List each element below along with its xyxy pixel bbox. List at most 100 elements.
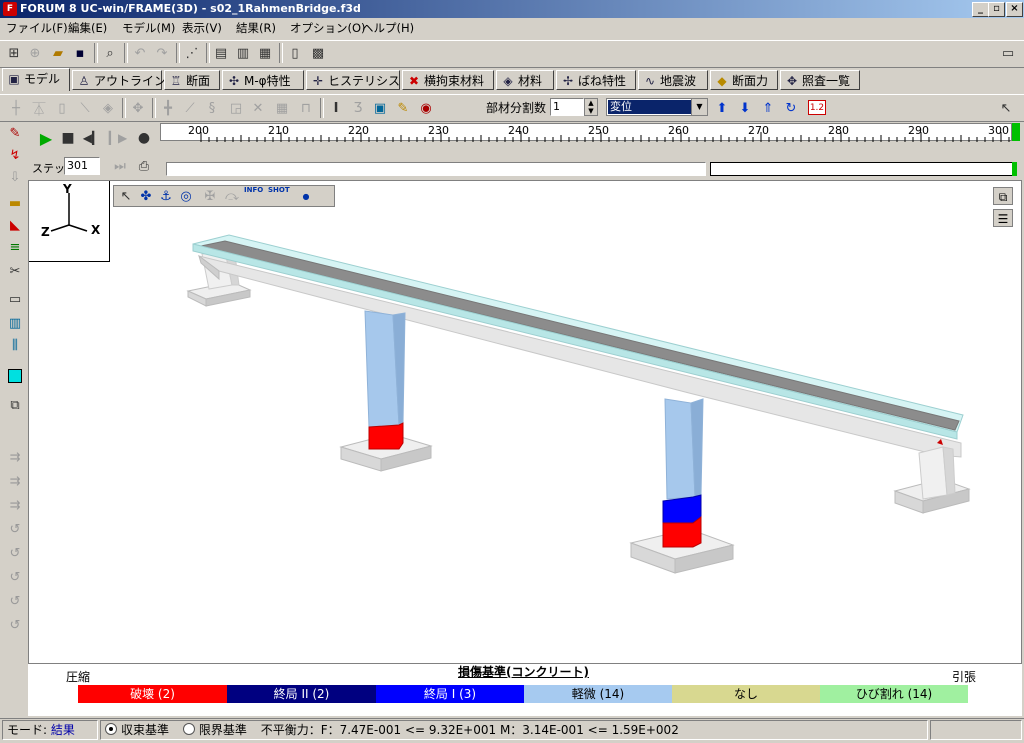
info-node-icon[interactable]: ✎	[393, 98, 413, 118]
tools-icon[interactable]: ✂	[5, 262, 25, 282]
label-icon[interactable]: Ʒ	[348, 98, 368, 118]
monitor-icon[interactable]: ▭	[5, 290, 25, 310]
bar-chart-icon[interactable]: ▥	[5, 314, 25, 334]
scale-badge[interactable]: 1.2	[808, 100, 826, 115]
result-type-select[interactable]: 変位 ▼	[606, 98, 708, 116]
node-move-icon[interactable]: ✥	[128, 98, 148, 118]
convergence-radio[interactable]: 収束基準	[105, 723, 169, 737]
tab-section[interactable]: ♖ 断面	[164, 70, 220, 90]
join-icon[interactable]: §	[202, 98, 222, 118]
forum8-app-icon[interactable]: F	[3, 2, 17, 16]
split-member-icon[interactable]: ⟋	[180, 98, 200, 118]
bar-chart2-icon[interactable]: ⫼	[5, 336, 25, 356]
close-button[interactable]: ×	[1006, 2, 1023, 17]
chevron-down-icon: ▼	[691, 99, 707, 115]
export-icon[interactable]: ▩	[308, 43, 328, 63]
3d-viewport[interactable]: Y Z X ↖ ✤ ⚓ ◎ ✠ ⤼ INFO SHOT ● ⧉ ☰	[28, 180, 1022, 664]
skip-end-icon[interactable]: ⏭	[110, 156, 130, 176]
tab-hysteresis[interactable]: ✛ ヒステリシス	[306, 70, 400, 90]
record-icon[interactable]: ●	[134, 128, 154, 148]
menu-file[interactable]: ファイル(F)	[6, 20, 68, 36]
report-export-icon[interactable]: ▦	[255, 43, 275, 63]
rotate-icon-5[interactable]: ↺	[5, 616, 25, 636]
picture-icon[interactable]: ▣	[370, 98, 390, 118]
menu-help[interactable]: ヘルプ(H)	[362, 20, 414, 36]
stop-icon[interactable]: ■	[58, 128, 78, 148]
render-icon[interactable]: ◉	[416, 98, 436, 118]
step-icon-3[interactable]: ⇉	[5, 496, 25, 516]
tab-outline[interactable]: ♙ アウトライン	[72, 70, 166, 90]
node-add-icon[interactable]: ┼	[6, 98, 26, 118]
rotate-icon-4[interactable]: ↺	[5, 592, 25, 612]
prev-result-icon[interactable]: ⬆	[712, 98, 732, 118]
tab-m-phi[interactable]: ✣ M-φ特性	[222, 70, 304, 90]
graph-icon[interactable]: ◣	[5, 216, 25, 236]
step-forward-icon[interactable]: ▎▶	[108, 128, 128, 148]
division-spinner[interactable]: ▲ ▼	[584, 98, 598, 116]
rotate-icon-1[interactable]: ↺	[5, 520, 25, 540]
step-input[interactable]: 301	[64, 157, 100, 175]
rotate-result-icon[interactable]: ↻	[781, 98, 801, 118]
tab-check-list[interactable]: ✥ 照査一覧	[780, 70, 860, 90]
step-icon-2[interactable]: ⇉	[5, 472, 25, 492]
ruler-end-marker	[1012, 123, 1020, 141]
tab-seismic-wave[interactable]: ∿ 地震波	[638, 70, 708, 90]
grid-icon[interactable]: ▦	[272, 98, 292, 118]
divide-icon[interactable]: ╋	[158, 98, 178, 118]
report-settings-icon[interactable]: ▥	[233, 43, 253, 63]
open-folder-icon[interactable]: ▰	[48, 43, 68, 63]
support-icon[interactable]: ⏄	[29, 98, 49, 118]
menu-options[interactable]: オプション(O)	[290, 20, 366, 36]
undo-icon[interactable]: ↶	[130, 43, 150, 63]
division-input[interactable]: 1	[550, 98, 584, 116]
status-extra-panel	[930, 720, 1022, 740]
rotate-icon-2[interactable]: ↺	[5, 544, 25, 564]
report-icon[interactable]: ▤	[211, 43, 231, 63]
print-preview-icon[interactable]: ⌕	[100, 43, 120, 63]
tab-section-force[interactable]: ◆ 断面力	[710, 70, 778, 90]
wizard-icon[interactable]: ⊕	[25, 43, 45, 63]
arrow-down-icon[interactable]: ⇩	[5, 168, 25, 188]
cursor-select-icon[interactable]: ↖	[996, 98, 1016, 118]
member-edit-icon[interactable]: ◈	[98, 98, 118, 118]
minimize-button[interactable]: _	[972, 2, 989, 17]
ruler-icon[interactable]: ▬	[5, 194, 25, 214]
camera-icon[interactable]: ⎙	[134, 156, 154, 176]
delete-icon[interactable]: ✕	[248, 98, 268, 118]
next-result-icon[interactable]: ⬇	[735, 98, 755, 118]
member-icon[interactable]: ⟍	[75, 98, 95, 118]
maximize-button[interactable]: ▫	[988, 2, 1005, 17]
play-icon[interactable]: ▶	[36, 128, 56, 148]
new-model-icon[interactable]: ⊞	[4, 43, 24, 63]
menu-results[interactable]: 結果(R)	[236, 20, 276, 36]
calculate-icon[interactable]: ⋰	[182, 43, 202, 63]
chart-line-icon[interactable]: ↯	[5, 146, 25, 166]
spring-node-icon[interactable]: ▯	[52, 98, 72, 118]
keyboard-icon[interactable]: ▭	[998, 43, 1018, 63]
step-slider[interactable]	[166, 162, 706, 176]
menu-edit[interactable]: 編集(E)	[68, 20, 107, 36]
step-icon-1[interactable]: ⇉	[5, 448, 25, 468]
calculator-icon[interactable]: ▯	[285, 43, 305, 63]
step-ruler[interactable]: 200 210 220 230 240 250 260 270 280 290 …	[160, 123, 1012, 142]
tab-spring[interactable]: ✢ ばね特性	[556, 70, 636, 90]
menu-model[interactable]: モデル(M)	[122, 20, 175, 36]
scale-up-icon[interactable]: ⇑	[758, 98, 778, 118]
menu-view[interactable]: 表示(V)	[182, 20, 222, 36]
rotate-icon-3[interactable]: ↺	[5, 568, 25, 588]
layers-icon[interactable]: ≡	[5, 238, 25, 258]
lock-icon[interactable]: ⊓	[296, 98, 316, 118]
tab-model[interactable]: ▣ モデル	[2, 68, 70, 91]
cube-icon[interactable]: ⧉	[5, 396, 25, 416]
section-display-icon[interactable]: I	[326, 98, 346, 118]
step-back-icon[interactable]: ◀▎	[82, 128, 102, 148]
tab-material[interactable]: ◈ 材料	[496, 70, 554, 90]
limit-radio[interactable]: 限界基準	[182, 723, 247, 737]
cyan-square-icon[interactable]	[5, 366, 25, 386]
copy-icon[interactable]: ◲	[226, 98, 246, 118]
tab-lateral-confinement[interactable]: ✖ 横拘束材料	[402, 70, 494, 90]
edit-pen-icon[interactable]: ✎	[5, 124, 25, 144]
redo-icon[interactable]: ↷	[152, 43, 172, 63]
save-icon[interactable]: ▪	[70, 43, 90, 63]
model-toolbar: ┼ ⏄ ▯ ⟍ ◈ ✥ ╋ ⟋ § ◲ ✕ ▦ ⊓ I Ʒ ▣ ✎ ◉ 部材分割…	[0, 94, 1024, 122]
